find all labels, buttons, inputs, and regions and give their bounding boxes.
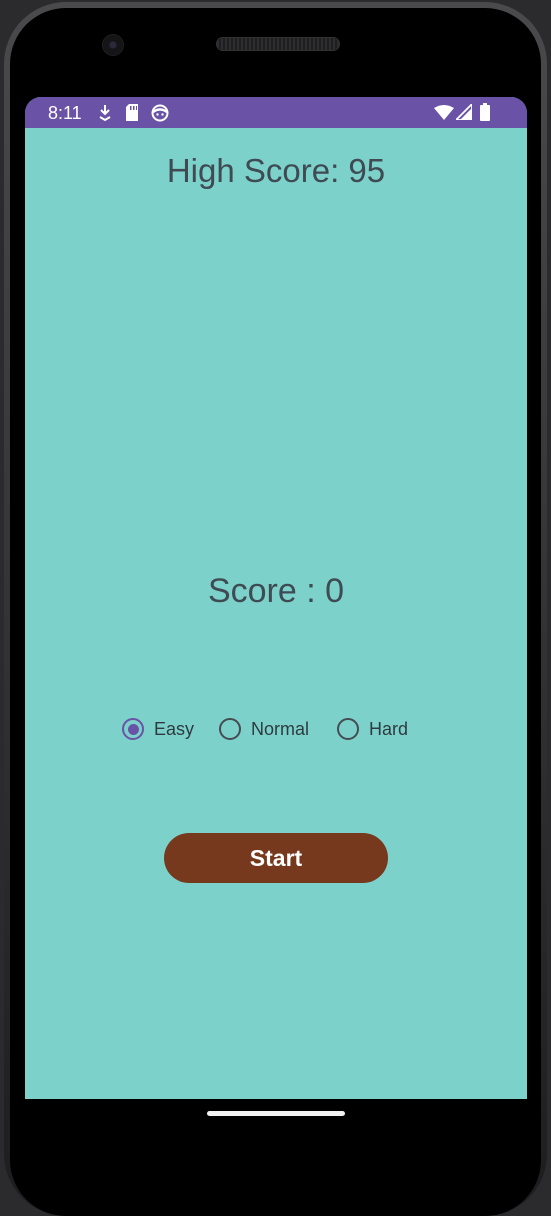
wifi-icon	[434, 105, 454, 120]
score-label: Score : 0	[207, 572, 345, 610]
battery-icon	[480, 103, 490, 121]
status-bar: 8:11	[25, 97, 527, 128]
radio-easy-indicator[interactable]	[122, 718, 144, 740]
radio-hard[interactable]: Hard	[337, 717, 408, 741]
radio-normal-label: Normal	[251, 718, 310, 739]
radio-hard-indicator[interactable]	[337, 718, 359, 740]
status-time: 8:11	[48, 103, 82, 123]
signal-icon	[456, 104, 472, 120]
app-screen: 8:11 High Score: 95 Score: 0 Easy Norma…	[25, 97, 527, 1099]
radio-easy[interactable]: Easy	[122, 717, 194, 741]
face-icon	[151, 104, 169, 122]
difficulty-radio-group: Easy Normal Hard	[25, 717, 527, 741]
download-icon	[99, 105, 111, 122]
front-camera	[103, 35, 123, 55]
high-score-label: High Score: 95	[166, 152, 386, 189]
home-indicator[interactable]	[207, 1111, 345, 1116]
earpiece-speaker	[217, 38, 339, 50]
start-button[interactable]: Start	[164, 833, 388, 883]
radio-normal[interactable]: Normal	[219, 717, 309, 741]
sd-card-icon	[126, 104, 138, 121]
device-frame: 8:11 High Score: 95 Score: 0 Easy Norma…	[0, 0, 551, 1216]
radio-normal-indicator[interactable]	[219, 718, 241, 740]
radio-easy-label: Easy	[154, 718, 195, 739]
radio-hard-label: Hard	[369, 718, 409, 739]
